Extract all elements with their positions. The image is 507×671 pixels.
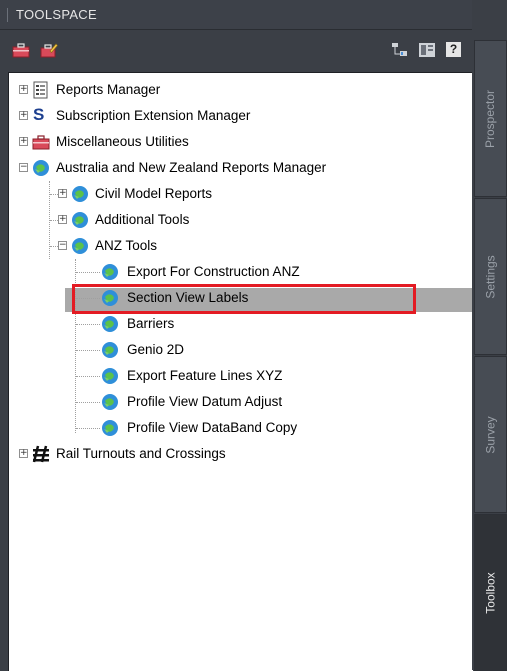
expand-toggle[interactable]: +	[58, 215, 67, 224]
tree-item-additional-tools[interactable]: + Additional Tools	[9, 207, 473, 233]
toolbar: ?	[0, 30, 472, 72]
tree-item-rail-turnouts-and-crossings[interactable]: + Rail Turnouts and Crossings	[9, 441, 473, 467]
globe-icon	[101, 419, 119, 437]
tab-label: Prospector	[483, 89, 498, 148]
collapse-toggle[interactable]: −	[19, 163, 28, 172]
hierarchy-icon[interactable]	[390, 42, 408, 58]
tab-prospector[interactable]: Prospector	[474, 40, 507, 197]
grip-handle[interactable]	[7, 8, 10, 22]
expand-toggle[interactable]: +	[58, 189, 67, 198]
tree-item-reports-manager[interactable]: + Reports Manager	[9, 77, 473, 103]
palette-side-tabs: Prospector Settings Survey Toolbox	[472, 0, 507, 671]
tab-label: Toolbox	[483, 571, 498, 614]
toolbox-tree: + Reports Manager + S Subscription Exten…	[8, 72, 474, 671]
globe-icon	[32, 159, 50, 177]
tree-item-label: Australia and New Zealand Reports Manage…	[56, 160, 327, 175]
tree-item-label: Subscription Extension Manager	[56, 108, 251, 123]
tree-item-anz-tools[interactable]: − ANZ Tools	[9, 233, 473, 259]
tab-survey[interactable]: Survey	[474, 356, 507, 513]
tree-item-label: Profile View DataBand Copy	[127, 420, 298, 435]
tree-item-export-feature-lines-xyz[interactable]: Export Feature Lines XYZ	[9, 363, 473, 389]
rail-icon	[32, 445, 50, 463]
tab-label: Settings	[483, 254, 498, 299]
globe-icon	[71, 211, 89, 229]
tree-item-label: Genio 2D	[127, 342, 185, 357]
annotation-highlight-box	[72, 284, 416, 314]
globe-icon	[101, 263, 119, 281]
tree-item-label: Miscellaneous Utilities	[56, 134, 189, 149]
tree-item-label: Reports Manager	[56, 82, 161, 97]
globe-icon	[101, 315, 119, 333]
tree-item-civil-model-reports[interactable]: + Civil Model Reports	[9, 181, 473, 207]
tree-item-label: Civil Model Reports	[95, 186, 213, 201]
tree-item-label: Export Feature Lines XYZ	[127, 368, 283, 383]
panel-icon[interactable]	[418, 42, 436, 58]
tree-item-label: Barriers	[127, 316, 175, 331]
globe-icon	[71, 237, 89, 255]
toolbox-icon	[32, 133, 50, 151]
tree-item-label: Additional Tools	[95, 212, 190, 227]
tree-item-export-for-construction-anz[interactable]: Export For Construction ANZ	[9, 259, 473, 285]
tree-item-label: Rail Turnouts and Crossings	[56, 446, 226, 461]
reports-icon	[32, 81, 50, 99]
subscription-s-icon: S	[33, 105, 45, 124]
tree-item-genio-2d[interactable]: Genio 2D	[9, 337, 473, 363]
collapse-toggle[interactable]: −	[58, 241, 67, 250]
edit-toolbox-icon[interactable]	[40, 42, 58, 58]
globe-icon	[101, 341, 119, 359]
palette-title: TOOLSPACE	[16, 7, 97, 22]
tree-item-miscellaneous-utilities[interactable]: + Miscellaneous Utilities	[9, 129, 473, 155]
expand-toggle[interactable]: +	[19, 111, 28, 120]
expand-toggle[interactable]: +	[19, 85, 28, 94]
palette-title-bar[interactable]: TOOLSPACE	[0, 0, 472, 30]
tree-item-anz-reports-manager[interactable]: − Australia and New Zealand Reports Mana…	[9, 155, 473, 181]
toolbox-icon[interactable]	[12, 42, 30, 58]
expand-toggle[interactable]: +	[19, 137, 28, 146]
tree-item-label: Export For Construction ANZ	[127, 264, 300, 279]
tab-toolbox[interactable]: Toolbox	[474, 514, 507, 671]
tree-item-profile-view-databand-copy[interactable]: Profile View DataBand Copy	[9, 415, 473, 441]
tree-item-label: Profile View Datum Adjust	[127, 394, 283, 409]
tree-item-profile-view-datum-adjust[interactable]: Profile View Datum Adjust	[9, 389, 473, 415]
tree-item-barriers[interactable]: Barriers	[9, 311, 473, 337]
expand-toggle[interactable]: +	[19, 449, 28, 458]
help-icon[interactable]: ?	[446, 42, 461, 57]
tree-item-label: ANZ Tools	[95, 238, 158, 253]
tab-settings[interactable]: Settings	[474, 198, 507, 355]
tab-label: Survey	[483, 415, 498, 454]
globe-icon	[101, 393, 119, 411]
globe-icon	[71, 185, 89, 203]
globe-icon	[101, 367, 119, 385]
tree-item-subscription-extension-manager[interactable]: + S Subscription Extension Manager	[9, 103, 473, 129]
